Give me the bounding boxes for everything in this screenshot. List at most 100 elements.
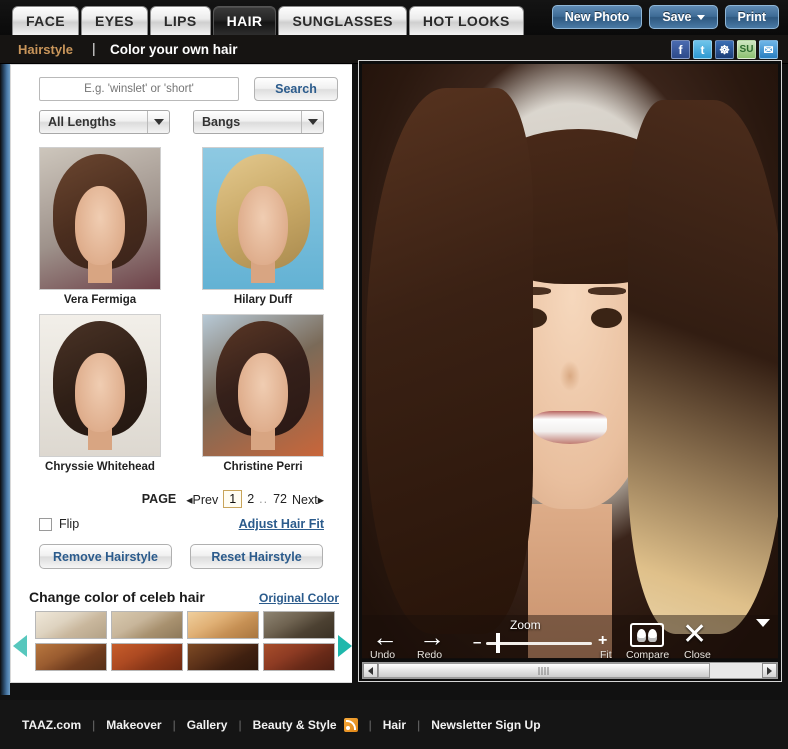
footer-link-taaz[interactable]: TAAZ.com [22,718,81,732]
myspace-icon[interactable]: ☸ [715,40,734,59]
zoom-in-button[interactable]: + [598,632,607,650]
tab-face[interactable]: FACE [12,6,79,35]
original-color-link[interactable]: Original Color [259,591,339,605]
reset-hairstyle-button[interactable]: Reset Hairstyle [190,544,323,569]
twitter-icon[interactable]: t [693,40,712,59]
save-button[interactable]: Save [649,5,718,29]
length-select-label: All Lengths [48,115,117,129]
zoom-slider-track[interactable] [486,642,592,645]
scroll-left-button[interactable] [363,663,378,678]
compare-sub-label: Compare [626,649,670,661]
top-action-buttons: New Photo Save Print [551,5,779,29]
swatch-ash-blonde[interactable] [111,611,183,639]
window-left-edge [0,55,10,695]
pagination-page-last[interactable]: 72 [273,492,287,506]
tab-sunglasses[interactable]: SUNGLASSES [278,6,407,35]
list-item[interactable]: Vera Fermiga [39,147,161,306]
save-label: Save [662,10,692,24]
chevron-down-icon[interactable] [756,619,770,627]
hair-color-palette [35,611,335,671]
toolbar-sub-labels: Undo Redo Fit Compare Close [362,649,778,661]
chevron-down-icon [147,111,169,133]
flip-checkbox[interactable] [39,517,52,531]
swatch-dark-ash[interactable] [263,611,335,639]
footer-link-newsletter[interactable]: Newsletter Sign Up [431,718,540,732]
bangs-select-label: Bangs [202,115,241,129]
footer-separator: | [417,717,421,732]
flip-control[interactable]: Flip [39,517,79,531]
filter-row: All Lengths Bangs [39,110,324,134]
thumbnail-caption: Chryssie Whitehead [45,461,155,473]
hairstyle-browser-panel: Search All Lengths Bangs Vera Fermiga [10,64,355,683]
swatch-mahogany[interactable] [263,643,335,671]
panel-divider [352,64,355,683]
rss-icon[interactable] [343,717,358,732]
photo-horizontal-scrollbar[interactable] [362,662,778,679]
fit-sub-label: Fit [600,649,612,661]
tab-hot-looks[interactable]: HOT LOOKS [408,6,524,35]
thumbnail-caption: Christine Perri [223,461,303,473]
footer-separator: | [92,717,96,732]
swatch-platinum-blonde[interactable] [35,611,107,639]
next-colors-arrow[interactable] [338,635,352,657]
zoom-label: Zoom [510,618,541,632]
hairstyle-actions: Remove Hairstyle Reset Hairstyle [39,544,323,569]
photo-toolbar: ← → Zoom – + ✕ Undo Redo Fit Compare Clo… [362,615,778,661]
remove-hairstyle-button[interactable]: Remove Hairstyle [39,544,172,569]
search-input[interactable] [39,77,239,101]
pagination-page-2[interactable]: 2 [247,492,254,506]
list-item[interactable]: Christine Perri [202,314,324,473]
pagination-label: PAGE [141,492,177,506]
print-button[interactable]: Print [724,5,779,29]
swatch-copper-red[interactable] [111,643,183,671]
footer-link-makeover[interactable]: Makeover [106,718,161,732]
footer-separator: | [368,717,372,732]
pagination-next[interactable]: Next▸ [292,492,324,507]
prev-colors-arrow[interactable] [13,635,27,657]
adjust-hair-fit-link[interactable]: Adjust Hair Fit [239,517,324,531]
close-icon[interactable]: ✕ [682,620,707,650]
swatch-golden-blonde[interactable] [187,611,259,639]
swatch-dark-brown[interactable] [187,643,259,671]
list-item[interactable]: Chryssie Whitehead [39,314,161,473]
compare-faces-icon[interactable] [630,623,664,647]
forward-arrow-icon[interactable]: → [419,624,445,650]
chevron-down-icon [696,14,705,20]
footer-link-hair[interactable]: Hair [383,718,406,732]
flip-label: Flip [59,517,80,531]
redo-sub-label: Redo [417,649,443,661]
swatch-light-auburn[interactable] [35,643,107,671]
app-root: FACE EYES LIPS HAIR SUNGLASSES HOT LOOKS… [0,0,788,749]
scrollbar-thumb[interactable] [378,663,710,678]
tab-eyes[interactable]: EYES [80,6,148,35]
category-tabs: FACE EYES LIPS HAIR SUNGLASSES HOT LOOKS [12,6,524,35]
pagination-ellipsis: .. [259,492,269,506]
length-select[interactable]: All Lengths [39,110,170,134]
footer-separator: | [172,717,176,732]
pagination-page-1[interactable]: 1 [223,490,243,508]
new-photo-button[interactable]: New Photo [551,5,643,29]
list-item[interactable]: Hilary Duff [202,147,324,306]
footer-nav: TAAZ.com | Makeover | Gallery | Beauty &… [0,700,788,749]
footer-link-gallery[interactable]: Gallery [187,718,228,732]
thumbnail-image [202,147,324,290]
thumbnail-caption: Hilary Duff [233,294,293,306]
new-photo-label: New Photo [564,10,630,24]
tab-hair[interactable]: HAIR [212,6,277,35]
tab-lips[interactable]: LIPS [149,6,211,35]
color-section-header: Change color of celeb hair Original Colo… [29,589,339,605]
facebook-icon[interactable]: f [671,40,690,59]
stumbleupon-icon[interactable]: SU [737,40,756,59]
email-icon[interactable]: ✉ [759,40,778,59]
footer-link-beauty-style[interactable]: Beauty & Style [253,718,337,732]
scrollbar-track[interactable] [378,663,762,678]
bangs-select[interactable]: Bangs [193,110,324,134]
pagination-prev[interactable]: ◂Prev [186,492,218,507]
back-arrow-icon[interactable]: ← [372,624,398,650]
scroll-right-button[interactable] [762,663,777,678]
makeover-photo[interactable] [362,64,778,658]
search-button[interactable]: Search [254,77,338,101]
print-label: Print [737,10,766,24]
breadcrumb-hairstyle[interactable]: Hairstyle [18,42,73,57]
color-section-title: Change color of celeb hair [29,589,205,605]
